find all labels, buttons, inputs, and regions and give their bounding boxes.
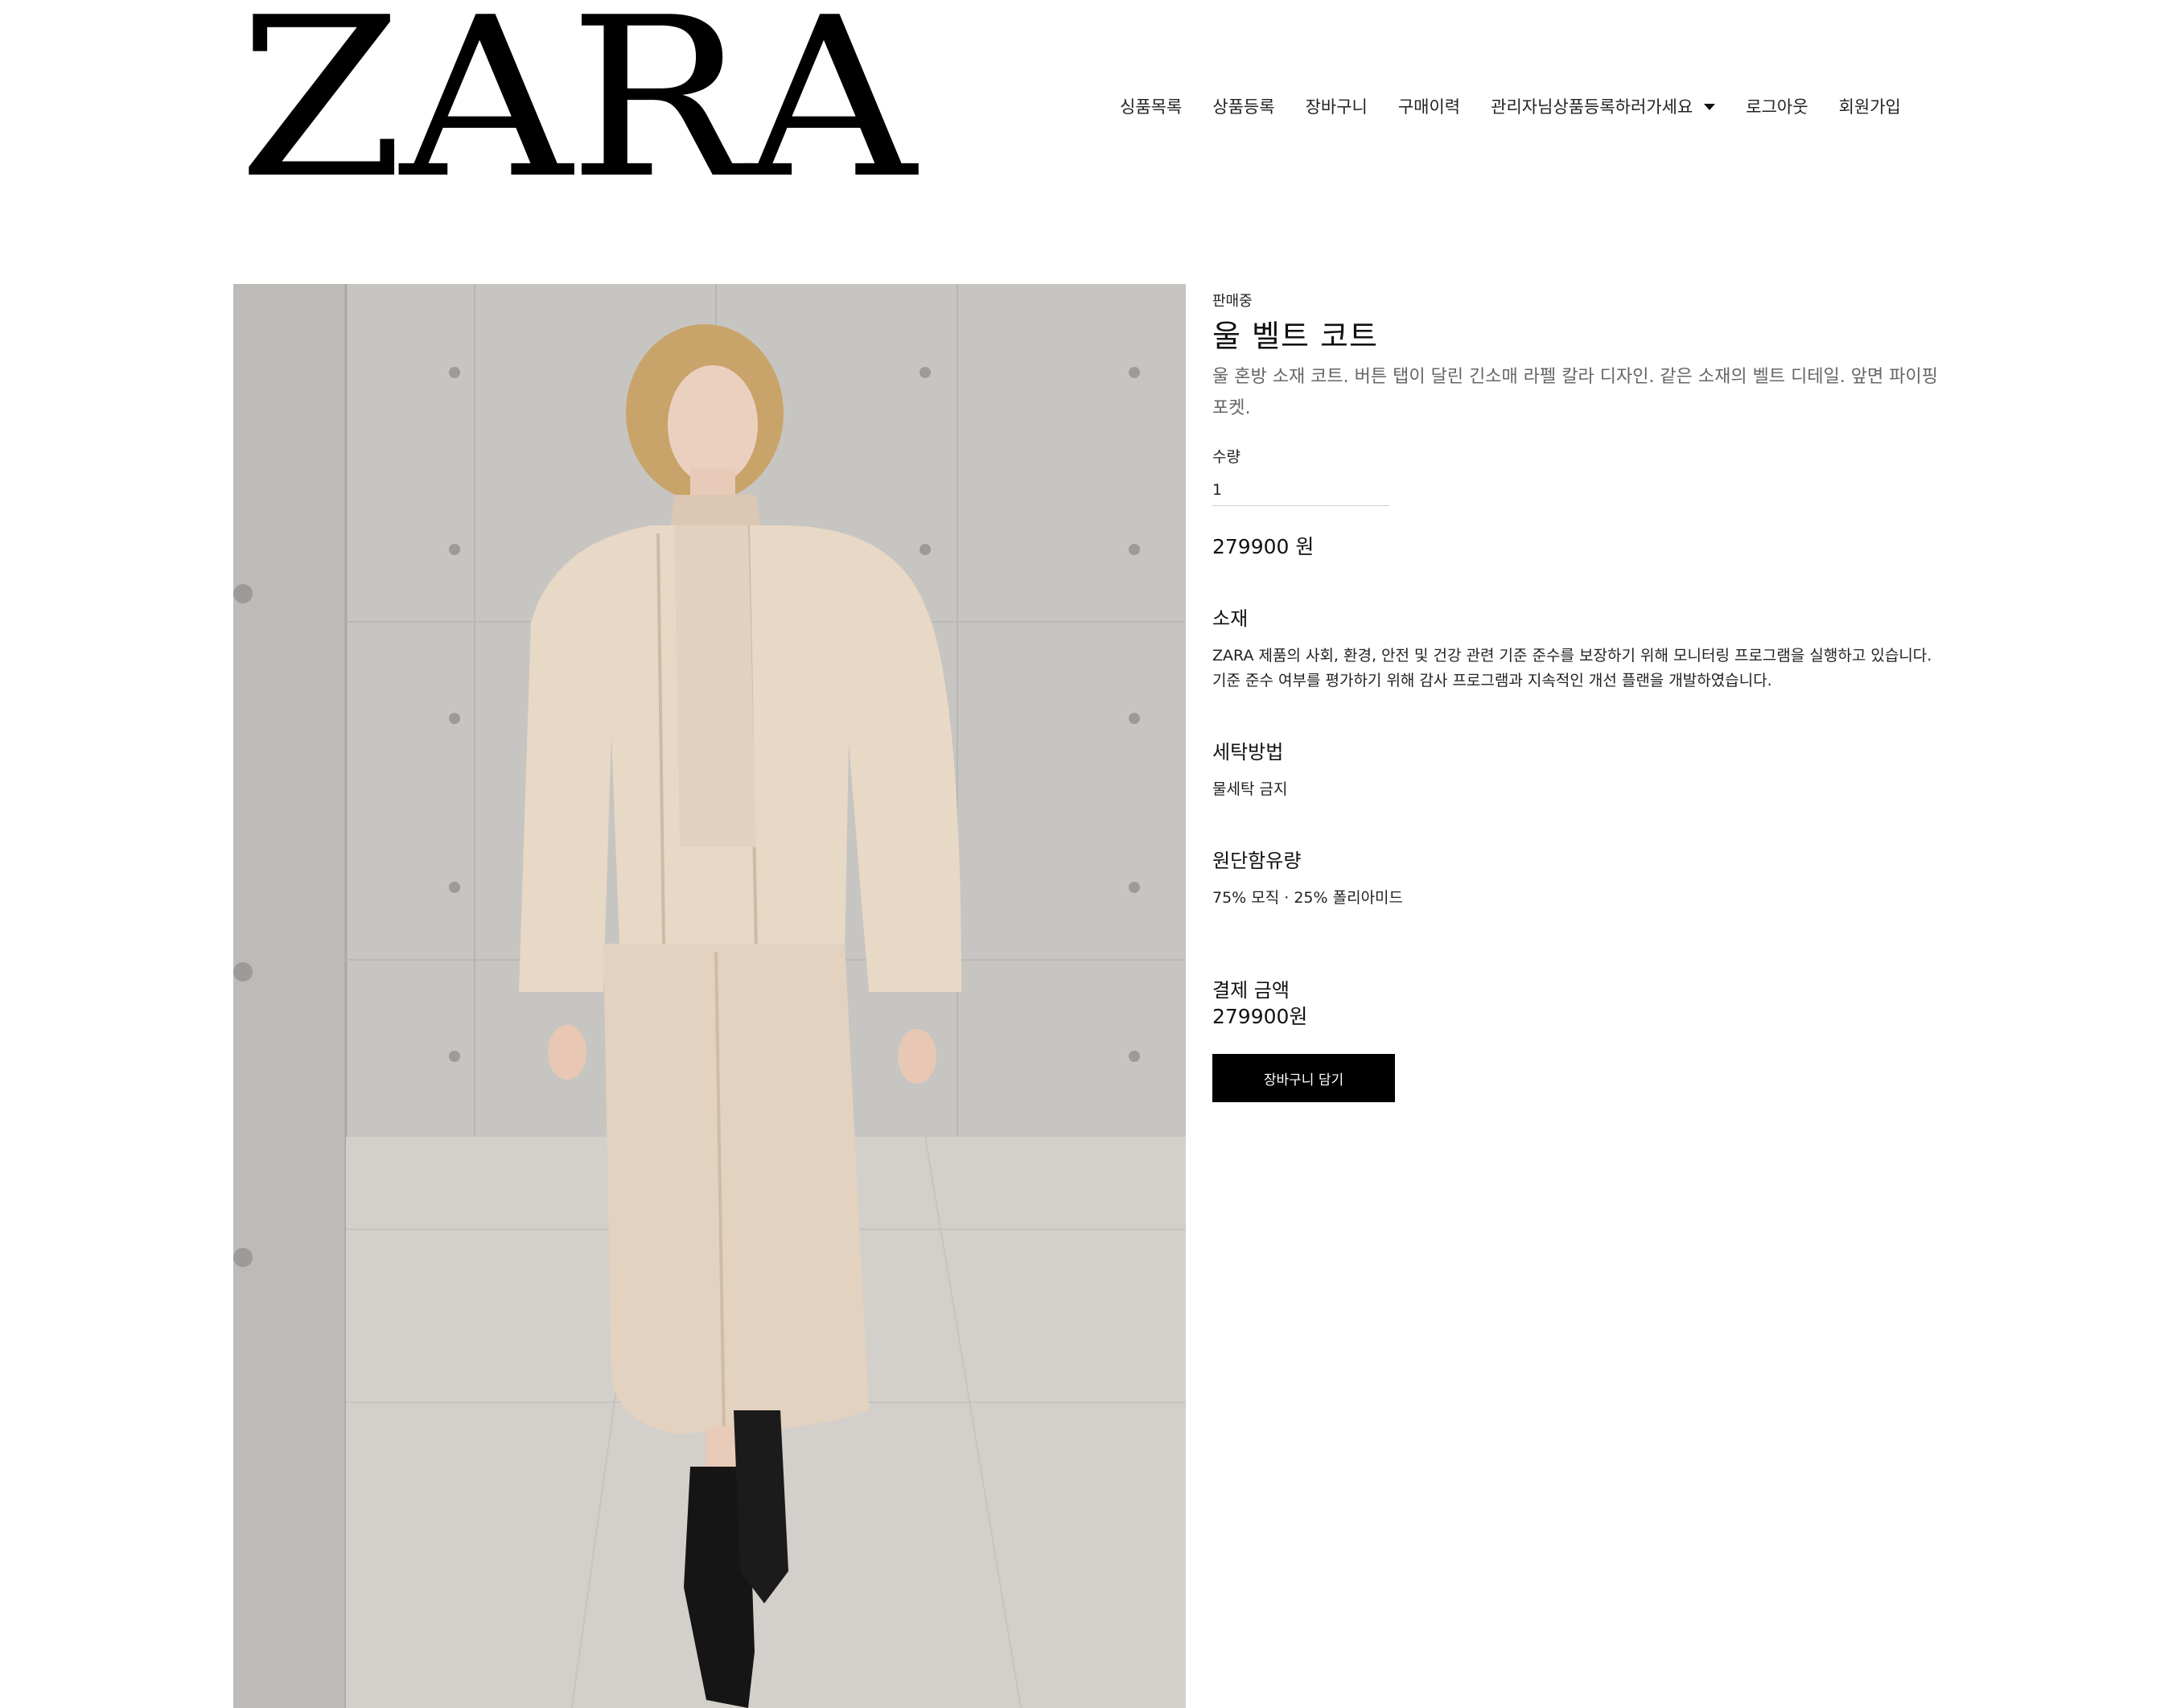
nav-admin-dropdown[interactable]: 관리자님상품등록하러가세요 <box>1491 94 1716 118</box>
quantity-input[interactable] <box>1212 474 1389 506</box>
material-text-1: ZARA 제품의 사회, 환경, 안전 및 건강 관련 기준 준수를 보장하기 … <box>1212 647 1932 665</box>
composition-heading: 원단함유량 <box>1212 850 1302 872</box>
care-heading: 세탁방법 <box>1212 741 1284 763</box>
quantity-label: 수량 <box>1212 448 1240 466</box>
care-text: 물세탁 금지 <box>1212 780 1288 798</box>
nav-product-register[interactable]: 상품등록 <box>1212 94 1274 118</box>
product-price: 279900 원 <box>1212 535 1315 558</box>
nav-purchase-history[interactable]: 구매이력 <box>1398 94 1460 118</box>
product-photo-illustration <box>233 284 1186 1708</box>
product-page: ZARA 싱품목록 상품등록 장바구니 구매이력 관리자님상품등록하러가세요 로… <box>0 0 2160 1708</box>
nav-logout[interactable]: 로그아웃 <box>1746 94 1808 118</box>
total-amount: 279900원 <box>1212 1005 1308 1028</box>
composition-text: 75% 모직 · 25% 폴리아미드 <box>1212 889 1404 907</box>
zara-logo[interactable]: ZARA <box>238 0 916 209</box>
caret-down-icon <box>1704 104 1716 110</box>
material-text-2: 기준 준수 여부를 평가하기 위해 감사 프로그램과 지속적인 개선 플랜을 개… <box>1212 672 1772 689</box>
product-image <box>233 284 1186 1708</box>
product-description: 울 혼방 소재 코트. 버튼 탭이 달린 긴소매 라펠 칼라 디자인. 같은 소… <box>1212 367 1938 418</box>
main-nav: 싱품목록 상품등록 장바구니 구매이력 관리자님상품등록하러가세요 로그아웃 회… <box>1120 90 1901 122</box>
add-to-cart-button[interactable]: 장바구니 담기 <box>1212 1054 1395 1102</box>
nav-signup[interactable]: 회원가입 <box>1839 94 1901 118</box>
nav-product-list[interactable]: 싱품목록 <box>1120 94 1182 118</box>
material-heading: 소재 <box>1212 607 1249 630</box>
product-title: 울 벨트 코트 <box>1212 319 1378 354</box>
nav-admin-dropdown-label: 관리자님상품등록하러가세요 <box>1491 97 1693 117</box>
nav-cart[interactable]: 장바구니 <box>1306 94 1368 118</box>
sale-status: 판매중 <box>1212 293 1253 310</box>
total-label: 결제 금액 <box>1212 979 1290 1002</box>
